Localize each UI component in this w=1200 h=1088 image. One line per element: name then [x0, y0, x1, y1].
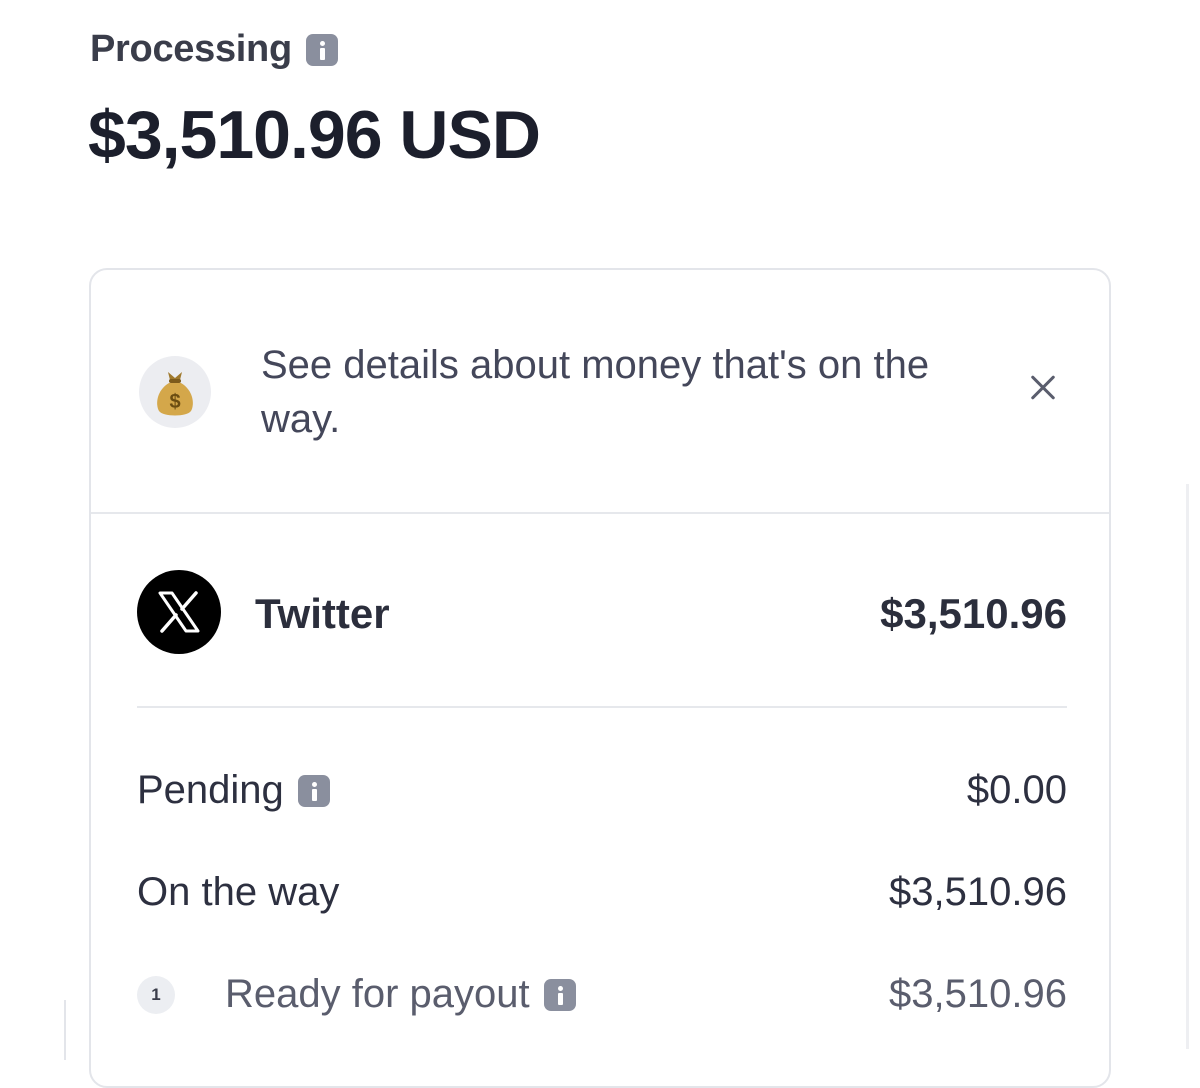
header-label-row: Processing	[90, 28, 338, 71]
banner-message: See details about money that's on the wa…	[261, 343, 930, 441]
x-logo-icon	[137, 570, 221, 654]
ready-for-payout-row: 1 Ready for payout $3,510.96	[137, 972, 1067, 1022]
scrollbar-track[interactable]	[1186, 484, 1189, 1049]
balance-card: $ See details about money that's on the …	[89, 268, 1111, 1088]
info-icon[interactable]	[543, 978, 576, 1011]
on-the-way-label-wrap: On the way	[137, 870, 339, 915]
ready-for-payout-value: $3,510.96	[889, 972, 1067, 1016]
info-banner: $ See details about money that's on the …	[91, 270, 1109, 514]
pending-value: $0.00	[966, 768, 1067, 812]
pending-label-wrap: Pending	[137, 768, 330, 813]
svg-text:$: $	[169, 391, 180, 413]
step-connector-line	[64, 1000, 66, 1060]
info-icon[interactable]	[305, 33, 338, 66]
close-icon[interactable]	[1021, 366, 1065, 410]
on-the-way-row: On the way $3,510.96	[137, 870, 1067, 920]
source-name: Twitter	[255, 590, 390, 637]
payout-source-row[interactable]: Twitter $3,510.96	[137, 570, 1067, 654]
on-the-way-value: $3,510.96	[889, 870, 1067, 914]
ready-for-payout-label: Ready for payout	[225, 972, 530, 1016]
divider	[137, 706, 1067, 708]
processing-amount: $3,510.96 USD	[88, 97, 541, 173]
step-number-badge: 1	[137, 976, 175, 1014]
pending-label: Pending	[137, 768, 284, 812]
pending-row: Pending $0.00	[137, 768, 1067, 818]
processing-label: Processing	[90, 28, 292, 70]
info-icon[interactable]	[297, 774, 330, 807]
on-the-way-label: On the way	[137, 870, 340, 914]
source-amount: $3,510.96	[880, 590, 1067, 637]
money-bag-icon: $	[139, 356, 211, 428]
ready-label-wrap: Ready for payout	[225, 972, 576, 1017]
